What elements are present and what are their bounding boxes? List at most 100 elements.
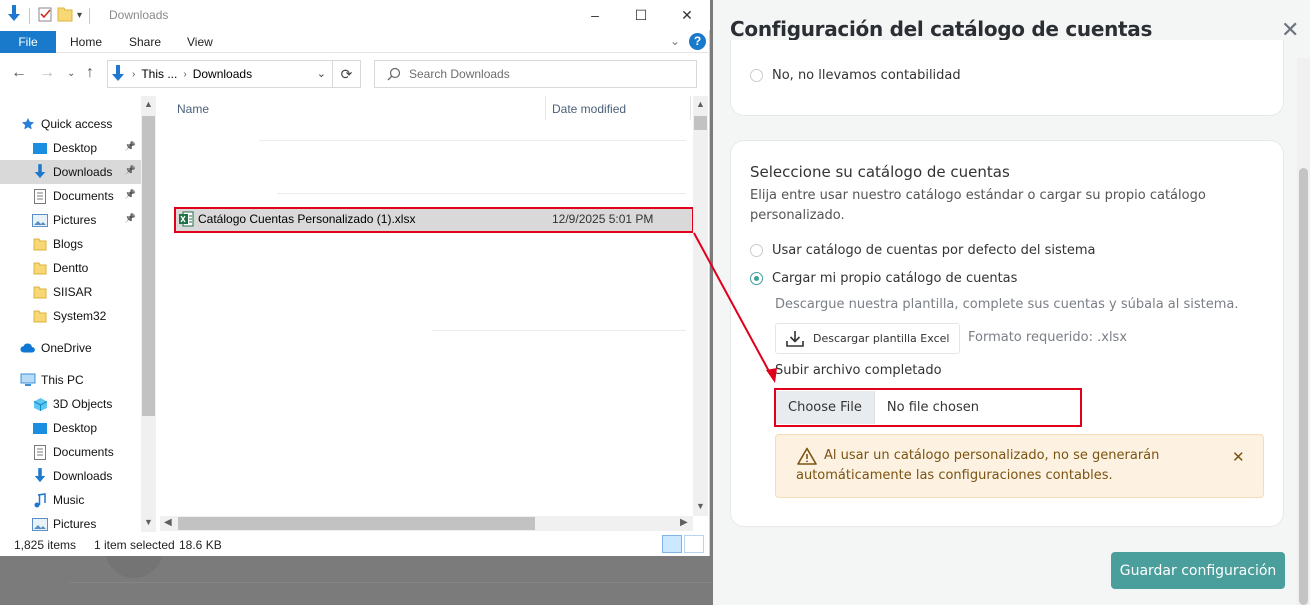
new-folder-icon[interactable] [57, 6, 73, 25]
help-icon[interactable]: ? [689, 33, 706, 50]
address-bar[interactable]: › This ... › Downloads ⌄ [107, 60, 333, 88]
selection-count: 1 item selected [94, 538, 175, 552]
nav-label: Music [53, 493, 85, 507]
nav-label: Downloads [53, 165, 113, 179]
customize-toolbar-icon[interactable]: ▾ [77, 10, 82, 21]
radio-button[interactable] [750, 244, 763, 257]
nav-item[interactable]: Blogs [0, 232, 141, 256]
nav-item[interactable]: Dentto [0, 256, 141, 280]
address-dropdown-icon[interactable]: ⌄ [317, 67, 326, 80]
option-custom-catalog[interactable]: Cargar mi propio catálogo de cuentas [750, 271, 1017, 286]
tab-share[interactable]: Share [129, 31, 161, 53]
nav-label: Desktop [53, 421, 98, 435]
backdrop-divider [70, 582, 713, 583]
navigation-pane-scrollbar[interactable]: ▲ ▼ [141, 96, 156, 532]
nav-label: Quick access [41, 117, 113, 131]
radio-button-checked[interactable] [750, 272, 763, 285]
option-default-catalog[interactable]: Usar catálogo de cuentas por defecto del… [750, 243, 1096, 258]
pictures-icon [32, 516, 48, 532]
search-box[interactable] [374, 60, 697, 88]
radio-button[interactable] [750, 69, 763, 82]
nav-quick-access[interactable]: Quick access [20, 112, 156, 136]
column-date-header[interactable]: Date modified [552, 102, 626, 116]
file-list-scrollbar[interactable]: ▲ ▼ [693, 96, 708, 516]
nav-item[interactable]: Desktop [0, 416, 141, 440]
computer-icon [20, 372, 36, 388]
toolbar-divider [89, 7, 91, 24]
column-divider [545, 96, 546, 120]
nav-item[interactable]: Documents 📌 [0, 184, 141, 208]
scroll-up-icon[interactable]: ▲ [693, 99, 708, 109]
nav-item[interactable]: Pictures 📌 [0, 208, 141, 232]
nav-item[interactable]: SIISAR [0, 280, 141, 304]
close-button[interactable]: ✕ [664, 0, 710, 30]
nav-label: System32 [53, 309, 107, 323]
nav-label: 3D Objects [53, 397, 113, 411]
nav-item[interactable]: Downloads 📌 [0, 160, 141, 184]
nav-item[interactable]: Desktop 📌 [0, 136, 141, 160]
window-controls: – ☐ ✕ [572, 0, 710, 30]
forward-arrow-icon[interactable]: → [39, 64, 55, 82]
refresh-button[interactable]: ⟳ [333, 60, 361, 88]
nav-label: SIISAR [53, 285, 93, 299]
horizontal-scrollbar[interactable]: ◀ ▶ [160, 516, 693, 531]
scroll-left-icon[interactable]: ◀ [164, 517, 172, 528]
properties-icon[interactable] [37, 6, 53, 25]
toolbar-divider [29, 7, 30, 24]
status-bar: 1,825 items 1 item selected 18.6 KB [0, 533, 710, 555]
nav-item[interactable]: System32 [0, 304, 141, 328]
downloads-folder-icon [110, 65, 126, 83]
alert-message: Al usar un catálogo personalizado, no se… [796, 448, 1160, 483]
nav-this-pc[interactable]: This PC [20, 368, 156, 392]
scroll-right-icon[interactable]: ▶ [680, 517, 688, 528]
nav-label: Desktop [53, 141, 98, 155]
scrollbar-thumb[interactable] [1299, 168, 1308, 605]
nav-item[interactable]: Music [0, 488, 141, 512]
music-icon [32, 492, 48, 508]
option-no-accounting[interactable]: No, no llevamos contabilidad [750, 68, 961, 83]
download-arrow-icon[interactable] [6, 5, 22, 26]
nav-item[interactable]: Documents [0, 440, 141, 464]
tab-file[interactable]: File [0, 31, 56, 53]
nav-item[interactable]: 3D Objects [0, 392, 141, 416]
scroll-down-icon[interactable]: ▼ [693, 501, 708, 511]
maximize-button[interactable]: ☐ [618, 0, 664, 30]
save-configuration-button[interactable]: Guardar configuración [1111, 552, 1285, 589]
up-arrow-icon[interactable]: ↑ [86, 64, 94, 82]
nav-label: Pictures [53, 213, 97, 227]
downloads-icon [32, 164, 48, 180]
format-note: Formato requerido: .xlsx [968, 330, 1128, 345]
column-name-header[interactable]: Name [177, 102, 209, 116]
minimize-button[interactable]: – [572, 0, 618, 30]
panel-title: Configuración del catálogo de cuentas [730, 17, 1153, 41]
window-title: Downloads [109, 8, 169, 22]
details-view-icon[interactable] [662, 535, 682, 553]
breadcrumb-parent[interactable]: This ... [141, 67, 177, 81]
file-list-pane: Name Date modified Catálogo Cuentas Pers… [160, 96, 693, 516]
expand-ribbon-icon[interactable]: ⌄ [670, 34, 680, 48]
nav-label: OneDrive [41, 341, 92, 355]
panel-scrollbar[interactable] [1297, 58, 1310, 605]
dismiss-alert-icon[interactable]: ✕ [1232, 448, 1245, 466]
scrollbar-thumb[interactable] [142, 116, 155, 416]
scrollbar-thumb[interactable] [178, 517, 535, 530]
recent-locations-icon[interactable]: ⌄ [67, 68, 75, 79]
breadcrumb-separator-icon: › [132, 68, 136, 80]
nav-item[interactable]: Pictures [0, 512, 141, 532]
item-count: 1,825 items [14, 538, 77, 552]
nav-onedrive[interactable]: OneDrive [20, 336, 156, 360]
tab-view[interactable]: View [187, 31, 213, 53]
desktop-icon [32, 420, 48, 436]
scroll-up-icon[interactable]: ▲ [141, 99, 156, 109]
scrollbar-thumb[interactable] [694, 116, 707, 130]
download-template-button[interactable]: Descargar plantilla Excel [775, 323, 960, 354]
scroll-down-icon[interactable]: ▼ [141, 517, 156, 527]
nav-label: Blogs [53, 237, 84, 251]
nav-item[interactable]: Downloads [0, 464, 141, 488]
search-input[interactable] [409, 67, 689, 81]
breadcrumb-current[interactable]: Downloads [193, 67, 252, 81]
back-arrow-icon[interactable]: ← [11, 64, 27, 82]
button-label: Descargar plantilla Excel [813, 332, 950, 345]
large-icons-view-icon[interactable] [684, 535, 704, 553]
tab-home[interactable]: Home [70, 31, 102, 53]
